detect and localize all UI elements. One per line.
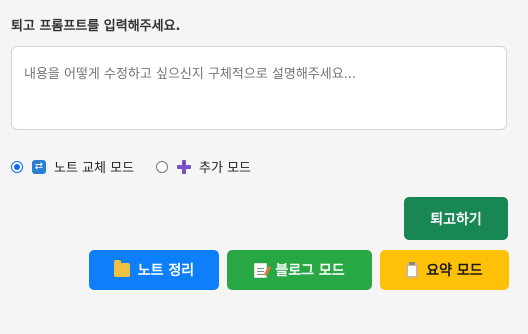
rewrite-button-label: 퇴고하기 [430, 211, 482, 228]
replace-mode-label: 노트 교체 모드 [54, 161, 135, 176]
prompt-label: 퇴고 프롬프트를 입력해주세요. [11, 19, 181, 34]
rewrite-button[interactable]: 퇴고하기 [404, 197, 508, 240]
append-mode-radio[interactable] [156, 160, 169, 173]
mode-selector: ⇄ 노트 교체 모드 추가 모드 [11, 157, 273, 176]
summary-mode-label: 요약 모드 [426, 263, 483, 279]
blog-mode-label: 블로그 모드 [275, 263, 345, 279]
note-organize-button[interactable]: 노트 정리 [89, 250, 219, 290]
memo-icon [254, 262, 268, 278]
replace-mode-radio[interactable] [11, 160, 23, 173]
prompt-textarea[interactable] [11, 46, 507, 130]
append-mode-label: 추가 모드 [199, 161, 252, 176]
clipboard-icon [406, 261, 419, 278]
mode-option-append[interactable]: 추가 모드 [156, 157, 251, 176]
note-organize-label: 노트 정리 [137, 263, 195, 279]
folder-icon [113, 260, 130, 277]
mode-option-replace[interactable]: ⇄ 노트 교체 모드 [11, 157, 134, 176]
plus-icon [177, 159, 192, 174]
summary-mode-button[interactable]: 요약 모드 [380, 250, 509, 290]
blog-mode-button[interactable]: 블로그 모드 [227, 250, 372, 290]
swap-icon: ⇄ [32, 159, 46, 174]
